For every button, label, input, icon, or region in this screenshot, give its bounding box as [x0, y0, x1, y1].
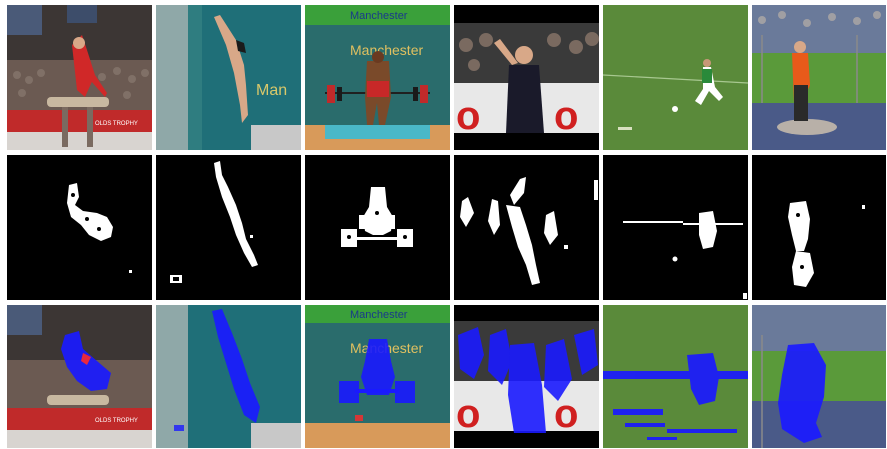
frame-pommel-horse: OLDS TROPHY — [7, 5, 152, 150]
mask-pommel-horse — [7, 155, 152, 300]
frame-diving: Man — [156, 5, 301, 150]
frame-running: o o — [454, 5, 599, 150]
signage-text: o — [456, 392, 480, 436]
mask-running — [454, 155, 599, 300]
frame-hammer-throw — [752, 5, 886, 150]
signage-text: o — [554, 94, 578, 138]
mask-weightlifting — [305, 155, 450, 300]
overlay-running: o o — [454, 305, 599, 448]
overlay-weightlifting: Manchester Manchester — [305, 305, 450, 448]
signage-text: Manchester — [350, 10, 408, 22]
signage-text: OLDS TROPHY — [95, 121, 138, 127]
overlay-hammer-throw — [752, 305, 886, 448]
frame-weightlifting: Manchester Manchester — [305, 5, 450, 150]
mask-hammer-throw — [752, 155, 886, 300]
overlay-football — [603, 305, 748, 448]
figure-grid: OLDS TROPHY Man Manchester Manchester o … — [0, 0, 887, 449]
signage-text: Manchester — [350, 309, 408, 321]
signage-text: OLDS TROPHY — [95, 418, 138, 424]
mask-football — [603, 155, 748, 300]
overlay-diving — [156, 305, 301, 448]
overlay-pommel-horse: OLDS TROPHY — [7, 305, 152, 448]
signage-text: Manchester — [350, 42, 423, 58]
signage-text: Man — [256, 82, 287, 99]
signage-text: o — [456, 94, 480, 138]
frame-football — [603, 5, 748, 150]
mask-diving — [156, 155, 301, 300]
